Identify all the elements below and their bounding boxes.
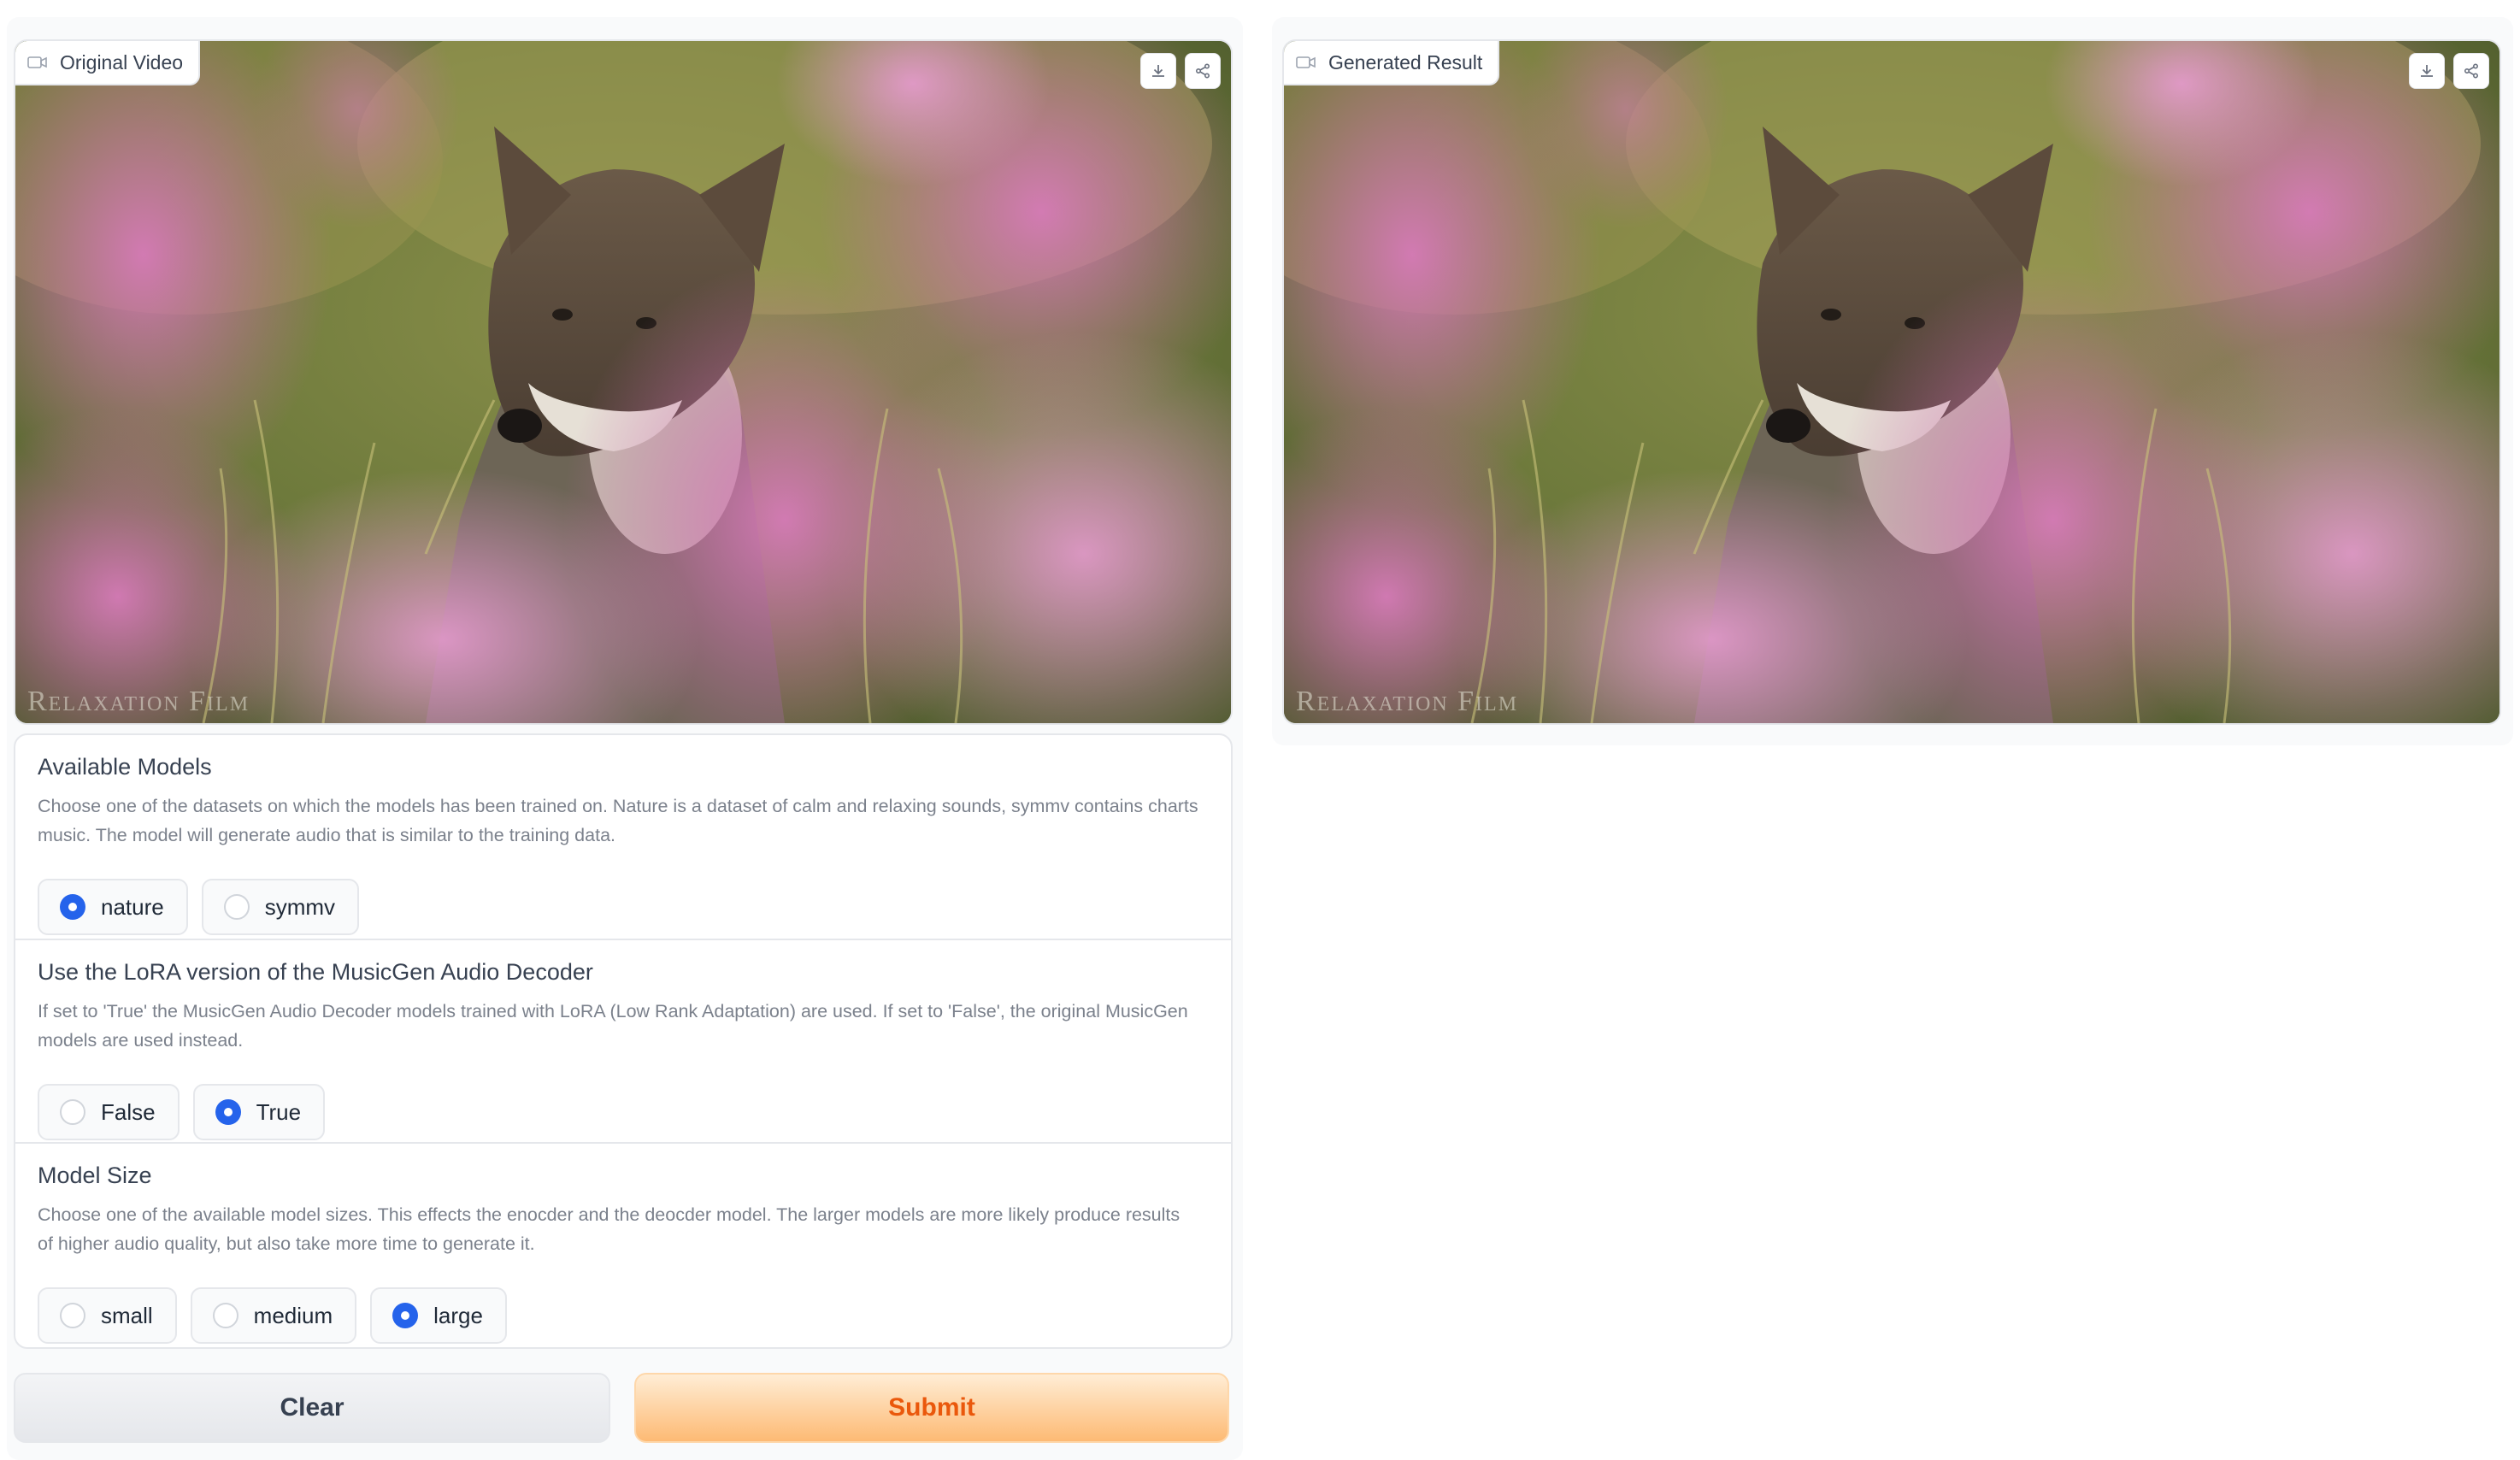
radio-label: nature [101, 893, 164, 920]
output-column: Generated Result Relaxation Film [1272, 17, 2513, 745]
video-frame-image [1284, 41, 2499, 723]
radio-label: True [256, 1098, 302, 1125]
video-toolbar [2409, 53, 2489, 89]
radio-option-medium[interactable]: medium [190, 1287, 357, 1344]
video-camera-icon [27, 56, 47, 68]
video-watermark: Relaxation Film [1296, 686, 1519, 717]
radio-option-false[interactable]: False [38, 1084, 180, 1140]
download-button[interactable] [1140, 53, 1176, 89]
original-video-player[interactable]: Original Video Relaxation Film [14, 39, 1233, 725]
radio-unchecked-icon[interactable] [223, 894, 250, 920]
clear-button[interactable]: Clear [14, 1373, 610, 1443]
radio-label: False [101, 1098, 156, 1125]
radio-option-small[interactable]: small [38, 1287, 177, 1344]
submit-button[interactable]: Submit [634, 1373, 1229, 1443]
video-label-badge: Original Video [15, 41, 201, 85]
radio-checked-icon[interactable] [215, 1099, 241, 1125]
share-icon [2464, 63, 2479, 79]
download-icon [1152, 65, 1164, 77]
radio-unchecked-icon[interactable] [60, 1303, 85, 1328]
video-label-badge: Generated Result [1284, 41, 1500, 85]
radio-label: symmv [264, 893, 336, 920]
model-size-setting: Model Size Choose one of the available m… [15, 1142, 1231, 1347]
video-frame-image [15, 41, 1231, 723]
radio-label: small [101, 1302, 153, 1328]
lora-title: Use the LoRA version of the MusicGen Aud… [38, 959, 593, 985]
video-toolbar [1140, 53, 1221, 89]
generated-video-player[interactable]: Generated Result Relaxation Film [1282, 39, 2501, 725]
lora-setting: Use the LoRA version of the MusicGen Aud… [15, 939, 1231, 1144]
model-size-radio-group: small medium large [38, 1287, 507, 1344]
radio-label: large [433, 1302, 483, 1328]
radio-option-large[interactable]: large [370, 1287, 507, 1344]
share-icon [1195, 63, 1210, 79]
radio-checked-icon[interactable] [60, 894, 85, 920]
model-size-info: Choose one of the available model sizes.… [38, 1204, 1181, 1254]
settings-panel: Available Models Choose one of the datas… [14, 733, 1233, 1349]
video-camera-icon [1296, 56, 1316, 68]
models-radio-group: nature symmv [38, 879, 360, 935]
video-label: Generated Result [1328, 50, 1483, 74]
models-setting: Available Models Choose one of the datas… [15, 735, 1231, 939]
model-size-title: Model Size [38, 1163, 152, 1188]
input-column: Original Video Relaxation Film Available… [7, 17, 1243, 1460]
radio-unchecked-icon[interactable] [212, 1303, 238, 1328]
radio-label: medium [253, 1302, 333, 1328]
download-icon [2421, 65, 2433, 77]
share-button[interactable] [2453, 53, 2489, 89]
video-label: Original Video [60, 50, 184, 74]
radio-checked-icon[interactable] [392, 1303, 419, 1328]
radio-option-symmv[interactable]: symmv [201, 879, 360, 935]
download-button[interactable] [2409, 53, 2445, 89]
models-info: Choose one of the datasets on which the … [38, 796, 1198, 845]
share-button[interactable] [1185, 53, 1221, 89]
video-watermark: Relaxation Film [27, 686, 250, 717]
radio-unchecked-icon[interactable] [60, 1099, 85, 1125]
radio-option-nature[interactable]: nature [38, 879, 188, 935]
lora-radio-group: False True [38, 1084, 326, 1140]
models-title: Available Models [38, 754, 212, 780]
radio-option-true[interactable]: True [192, 1084, 326, 1140]
lora-info: If set to 'True' the MusicGen Audio Deco… [38, 1001, 1188, 1051]
